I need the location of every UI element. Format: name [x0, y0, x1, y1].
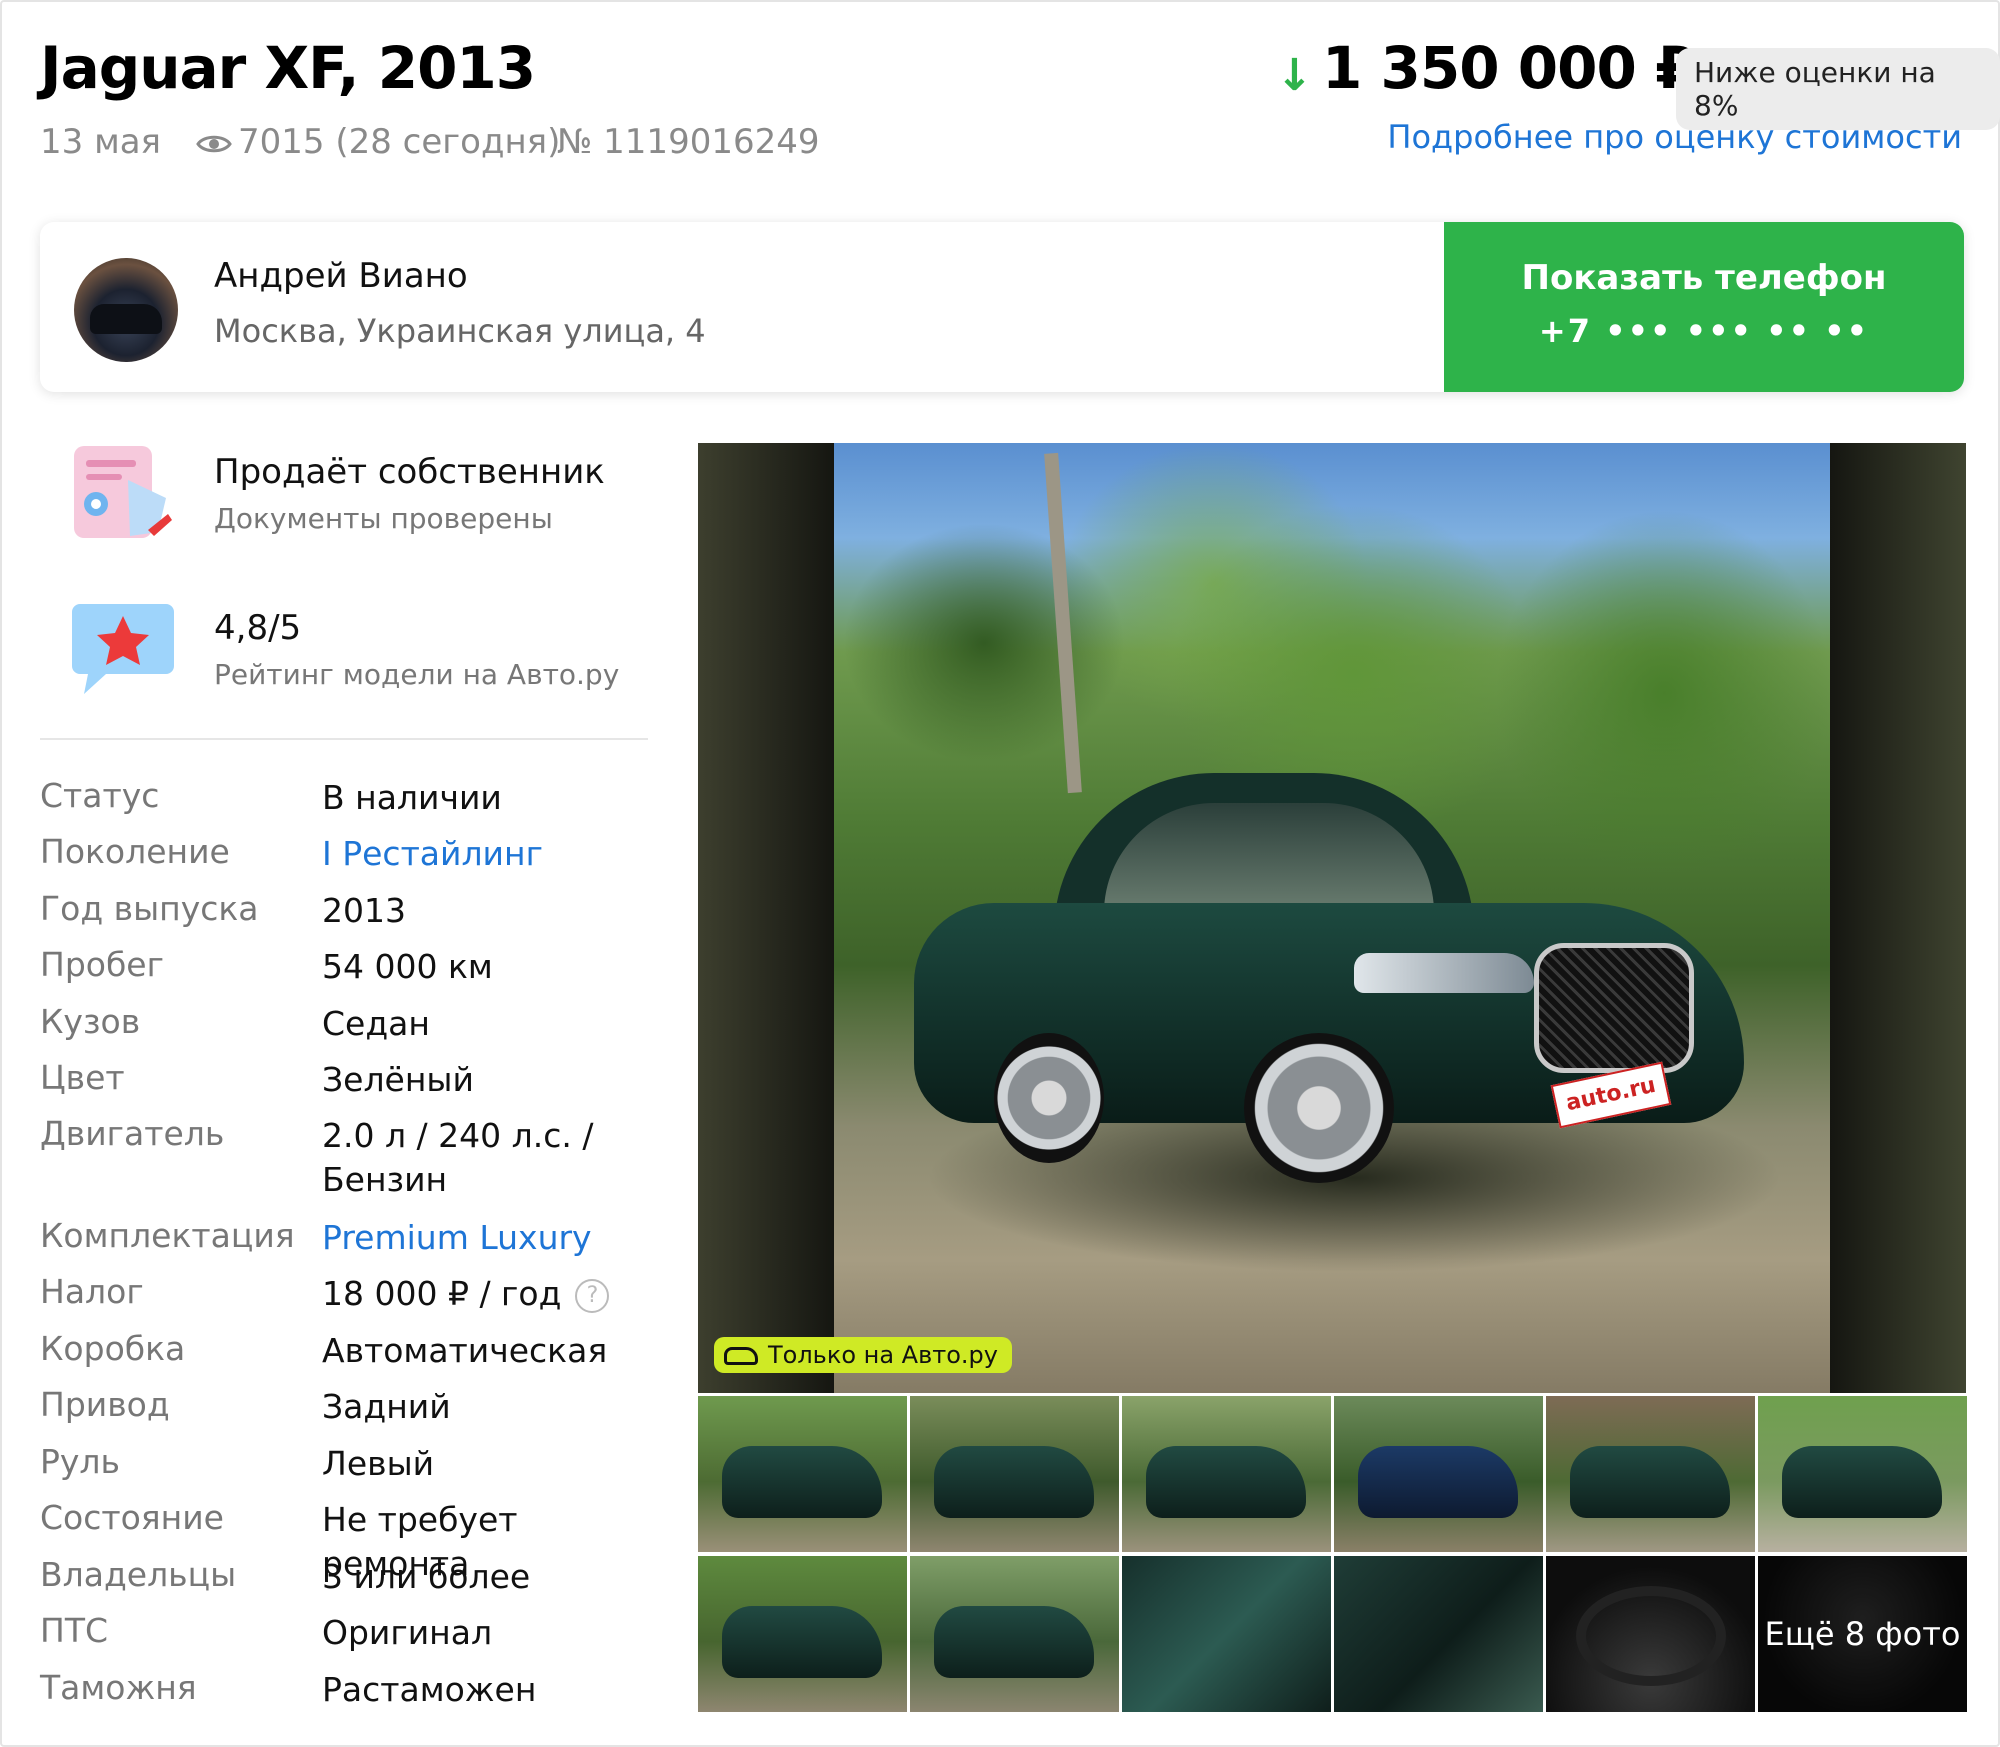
star-bubble-icon	[70, 596, 180, 710]
spec-label: Двигатель	[40, 1114, 225, 1153]
listing-number: № 1119016249	[557, 122, 820, 162]
publish-date: 13 мая	[40, 122, 162, 162]
spec-value: Задний	[322, 1387, 451, 1426]
more-photos-thumbnail[interactable]: Ещё 8 фото	[1758, 1556, 1967, 1712]
show-phone-button[interactable]: Показать телефон +7 ••• ••• •• ••	[1444, 222, 1964, 392]
spec-label: Руль	[40, 1442, 120, 1481]
feature-rating-subtitle: Рейтинг модели на Авто.ру	[214, 658, 620, 691]
more-photos-label: Ещё 8 фото	[1758, 1556, 1967, 1712]
seller-avatar[interactable]	[74, 258, 178, 362]
views-text: 7015 (28 сегодня)	[238, 122, 561, 162]
thumbnail-grid: Ещё 8 фото	[698, 1396, 1967, 1712]
thumbnail[interactable]	[1758, 1396, 1967, 1552]
thumbnail[interactable]	[1334, 1556, 1543, 1712]
thumbnail[interactable]	[1546, 1556, 1755, 1712]
thumbnail[interactable]	[910, 1556, 1119, 1712]
divider	[40, 738, 648, 740]
car-icon	[724, 1347, 758, 1365]
spec-value: 3 или более	[322, 1557, 531, 1596]
thumbnail[interactable]	[910, 1396, 1119, 1552]
spec-value: 2.0 л / 240 л.с. / Бензин	[322, 1116, 594, 1199]
show-phone-label: Показать телефон	[1521, 258, 1887, 298]
spec-label: Таможня	[40, 1668, 197, 1707]
trim-link[interactable]: Premium Luxury	[322, 1216, 652, 1260]
spec-value: Зелёный	[322, 1060, 474, 1099]
spec-value: В наличии	[322, 778, 502, 817]
main-photo[interactable]: auto.ru Только на Авто.ру	[698, 443, 1966, 1393]
spec-value: Левый	[322, 1444, 435, 1483]
seller-card: Андрей Виано Москва, Украинская улица, 4…	[40, 222, 1964, 392]
feature-owner-subtitle: Документы проверены	[214, 502, 553, 535]
spec-value: 54 000 км	[322, 947, 493, 986]
exclusive-badge: Только на Авто.ру	[714, 1337, 1012, 1373]
estimate-details-link[interactable]: Подробнее про оценку стоимости	[1387, 118, 1962, 156]
spec-label: Цвет	[40, 1058, 125, 1097]
seller-name[interactable]: Андрей Виано	[214, 256, 468, 296]
spec-label: Налог	[40, 1272, 144, 1311]
thumbnail[interactable]	[698, 1556, 907, 1712]
phone-masked: +7 ••• ••• •• ••	[1538, 312, 1870, 350]
spec-label: ПТС	[40, 1611, 109, 1650]
spec-label: Год выпуска	[40, 889, 259, 928]
tax-value: 18 000 ₽ / год	[322, 1274, 562, 1313]
spec-label: Владельцы	[40, 1555, 237, 1594]
document-check-icon	[70, 440, 180, 554]
spec-value: Растаможен	[322, 1670, 537, 1709]
thumbnail[interactable]	[1122, 1396, 1331, 1552]
exclusive-badge-label: Только на Авто.ру	[768, 1341, 998, 1369]
eye-icon	[196, 124, 232, 164]
feature-owner-title: Продаёт собственник	[214, 452, 605, 492]
spec-label: Пробег	[40, 945, 164, 984]
car-photo: auto.ru	[834, 443, 1830, 1393]
spec-label: Поколение	[40, 832, 230, 871]
price-value: 1 350 000 ₽	[1322, 34, 1695, 102]
listing-title: Jaguar XF, 2013	[40, 34, 536, 102]
spec-label: Состояние	[40, 1498, 224, 1537]
spec-label: Статус	[40, 776, 160, 815]
spec-label: Комплектация	[40, 1216, 295, 1255]
spec-value-tax: 18 000 ₽ / год?	[322, 1272, 652, 1316]
spec-label: Коробка	[40, 1329, 186, 1368]
views-counter: 7015 (28 сегодня)	[196, 122, 560, 164]
thumbnail[interactable]	[1334, 1396, 1543, 1552]
spec-label: Кузов	[40, 1002, 141, 1041]
thumbnail[interactable]	[698, 1396, 907, 1552]
price-down-icon: ↓	[1276, 50, 1313, 101]
spec-value: Оригинал	[322, 1613, 493, 1652]
spec-value: 2013	[322, 891, 406, 930]
spec-value: Седан	[322, 1004, 430, 1043]
thumbnail[interactable]	[1546, 1396, 1755, 1552]
help-icon[interactable]: ?	[575, 1278, 610, 1313]
seller-address: Москва, Украинская улица, 4	[214, 312, 706, 350]
feature-rating-title: 4,8/5	[214, 608, 302, 648]
thumbnail[interactable]	[1122, 1556, 1331, 1712]
generation-link[interactable]: I Рестайлинг	[322, 832, 652, 876]
spec-value: Автоматическая	[322, 1331, 608, 1370]
spec-label: Привод	[40, 1385, 170, 1424]
